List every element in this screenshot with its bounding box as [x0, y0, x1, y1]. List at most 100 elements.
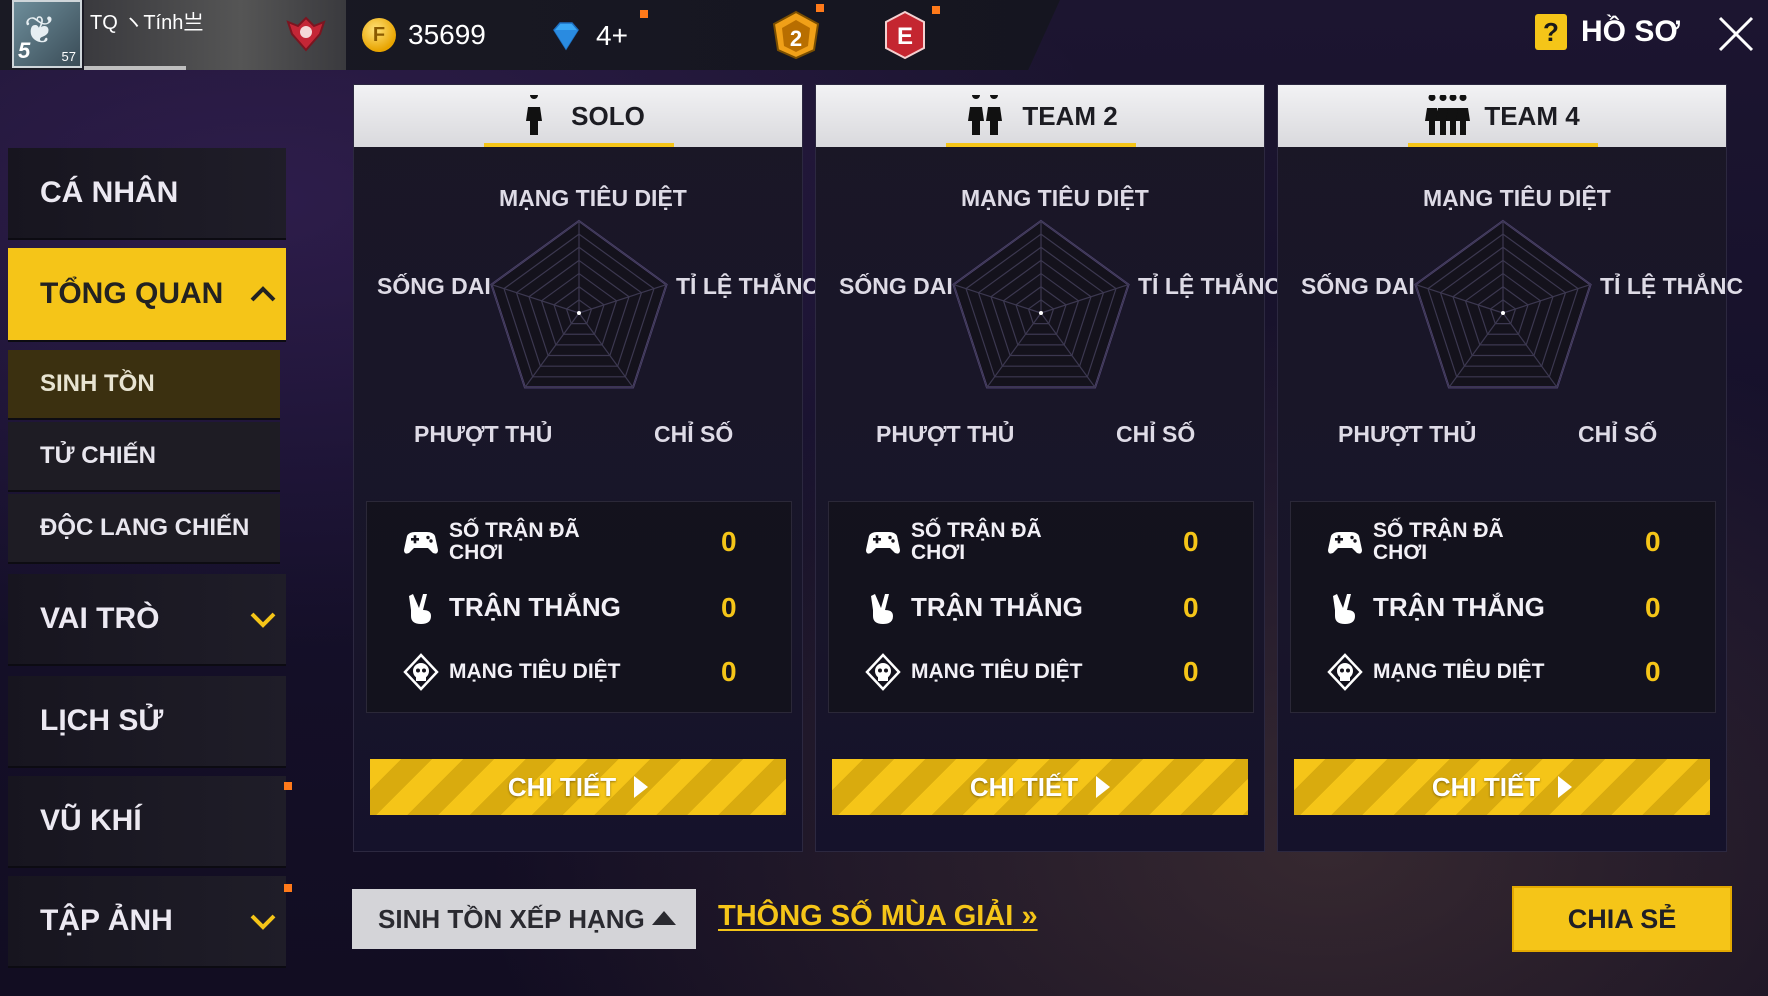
double-chevron-icon: » [1021, 900, 1038, 932]
stat-value-kills: 0 [721, 656, 737, 687]
sidebar-subitem-label: TỬ CHIẾN [40, 442, 156, 469]
radar-label-winrate: TỈ LỆ THẮNC [1138, 273, 1282, 299]
elite-pass-icon[interactable]: E [882, 10, 928, 60]
sidebar-subitem-label: SINH TỒN [40, 370, 155, 397]
details-button-label: CHI TIẾT [507, 771, 617, 802]
mode-tab[interactable]: TEAM 2 [816, 85, 1264, 147]
chevron-down-icon [250, 914, 276, 930]
caret-up-icon [652, 911, 676, 925]
victory-hand-icon [1333, 594, 1355, 624]
sidebar-item-label: TẬP ẢNH [40, 904, 173, 937]
stat-label-matches-line2: CHƠI [1373, 541, 1428, 564]
radar-label-stats: CHỈ SỐ [1578, 421, 1658, 447]
elite-notification-dot [932, 6, 940, 14]
radar-label-kills: MẠNG TIÊU DIỆT [499, 185, 687, 211]
close-button[interactable] [1716, 14, 1756, 54]
radar-label-survival: SỐNG DAI [839, 273, 953, 299]
stat-value-matches: 0 [1645, 526, 1661, 557]
stat-value-matches: 0 [1183, 526, 1199, 557]
sidebar-item-album[interactable]: TẬP ẢNH [8, 876, 286, 968]
album-notification-dot [284, 884, 292, 892]
stat-label-matches-line1: SỐ TRẬN ĐÃ [911, 518, 1042, 542]
help-icon[interactable]: ? [1535, 14, 1567, 50]
radar-label-winrate: TỈ LỆ THẮNC [1600, 273, 1744, 299]
stat-value-kills: 0 [1183, 656, 1199, 687]
details-button-label: CHI TIẾT [969, 771, 1079, 802]
radar-label-stats: CHỈ SỐ [1116, 421, 1196, 447]
solo-player-icon [526, 95, 543, 135]
mode-tab[interactable]: SOLO [354, 85, 802, 147]
radar-chart: MẠNG TIÊU DIỆT SỐNG DAI TỈ LỆ THẮNC PHƯỢ… [354, 185, 819, 475]
mode-dropdown[interactable]: SINH TỒN XẾP HẠNG [352, 889, 696, 949]
br-rank-notification-dot [816, 4, 824, 12]
skull-icon [403, 653, 439, 691]
radar-chart: MẠNG TIÊU DIỆT SỐNG DAI TỈ LỆ THẮNC PHƯỢ… [1278, 185, 1743, 475]
radar-label-stats: CHỈ SỐ [654, 421, 734, 447]
chevron-up-icon [250, 286, 276, 302]
sidebar-item-label: VŨ KHÍ [40, 804, 142, 837]
mode-tab[interactable]: TEAM 4 [1278, 85, 1726, 147]
sidebar-subitem-survival[interactable]: SINH TỒN [8, 350, 280, 420]
season-stats-label: THÔNG SỐ MÙA GIẢI [718, 900, 1014, 932]
stat-row-matches: SỐ TRẬN ĐÃ CHƠI 0 [829, 512, 1253, 572]
stats-box: SỐ TRẬN ĐÃ CHƠI 0 TRẬN THẮNG 0 MẠNG TIÊU… [1290, 501, 1716, 713]
stat-row-kills: MẠNG TIÊU DIỆT 0 [829, 642, 1253, 702]
diamond-currency[interactable]: 4+ [548, 18, 628, 54]
level-number: 57 [61, 49, 76, 64]
stat-value-wins: 0 [1183, 592, 1199, 623]
details-button-label: CHI TIẾT [1431, 771, 1541, 802]
level-badge: 5 [18, 38, 31, 63]
elite-pass-letter: E [897, 23, 913, 50]
radar-label-survival: SỐNG DAI [1301, 273, 1415, 299]
stat-label-matches-line1: SỐ TRẬN ĐÃ [1373, 518, 1504, 542]
mode-panel-solo: SOLO MẠNG TIÊU DIỆT SỐNG DAI TỈ LỆ THẮNC… [353, 84, 819, 852]
xp-bar [84, 66, 186, 70]
skull-icon [1327, 653, 1363, 691]
sidebar-item-label: LỊCH SỬ [40, 704, 164, 737]
radar-label-winrate: TỈ LỆ THẮNC [676, 273, 820, 299]
sidebar-item-role[interactable]: VAI TRÒ [8, 574, 286, 666]
rank-emblem-icon[interactable] [282, 12, 330, 56]
sidebar-item-overview[interactable]: TỔNG QUAN [8, 248, 286, 342]
stat-label-kills: MẠNG TIÊU DIỆT [1373, 659, 1545, 683]
gamepad-icon [404, 532, 438, 554]
sidebar-item-personal[interactable]: CÁ NHÂN [8, 148, 286, 240]
sidebar-subitem-label: ĐỘC LANG CHIẾN [40, 514, 250, 541]
profile-button[interactable]: ? HỒ SƠ [1535, 14, 1680, 50]
squad-player-icon [1425, 95, 1471, 135]
play-arrow-icon [1558, 776, 1573, 798]
br-rank-icon[interactable]: 2 [768, 10, 824, 60]
stat-label-wins: TRẬN THẮNG [911, 592, 1083, 623]
gold-currency[interactable]: F 35699 [362, 18, 486, 52]
mode-dropdown-label: SINH TỒN XẾP HẠNG [378, 903, 645, 934]
stat-row-wins: TRẬN THẮNG 0 [1291, 578, 1715, 638]
mode-title: TEAM 4 [1484, 100, 1580, 131]
radar-chart: MẠNG TIÊU DIỆT SỐNG DAI TỈ LỆ THẮNC PHƯỢ… [816, 185, 1281, 475]
sidebar-item-history[interactable]: LỊCH SỬ [8, 676, 286, 768]
sidebar-item-weapons[interactable]: VŨ KHÍ [8, 776, 286, 868]
tab-underline [484, 143, 674, 147]
victory-hand-icon [871, 594, 893, 624]
close-icon [1718, 16, 1754, 52]
details-button[interactable]: CHI TIẾT [832, 759, 1248, 815]
stat-label-matches-line1: SỐ TRẬN ĐÃ [449, 518, 580, 542]
stat-row-kills: MẠNG TIÊU DIỆT 0 [1291, 642, 1715, 702]
play-arrow-icon [634, 776, 649, 798]
share-button[interactable]: CHIA SẺ [1512, 886, 1732, 952]
details-button[interactable]: CHI TIẾT [370, 759, 786, 815]
diamond-notification-dot [640, 10, 648, 18]
radar-label-rider: PHƯỢT THỦ [876, 421, 1015, 447]
stat-value-matches: 0 [721, 526, 737, 557]
details-button[interactable]: CHI TIẾT [1294, 759, 1710, 815]
sidebar-subitem-lone-wolf[interactable]: ĐỘC LANG CHIẾN [8, 494, 280, 564]
radar-label-rider: PHƯỢT THỦ [1338, 421, 1477, 447]
season-stats-link[interactable]: THÔNG SỐ MÙA GIẢI » [718, 900, 1038, 933]
player-avatar[interactable]: ❦ 5 57 [12, 0, 82, 68]
sidebar-item-label: VAI TRÒ [40, 602, 160, 635]
gamepad-icon [1328, 532, 1362, 554]
sidebar-subitem-clash-squad[interactable]: TỬ CHIẾN [8, 422, 280, 492]
radar-label-rider: PHƯỢT THỦ [414, 421, 553, 447]
sidebar-item-label: TỔNG QUAN [40, 277, 224, 310]
radar-label-kills: MẠNG TIÊU DIỆT [961, 185, 1149, 211]
stat-value-kills: 0 [1645, 656, 1661, 687]
